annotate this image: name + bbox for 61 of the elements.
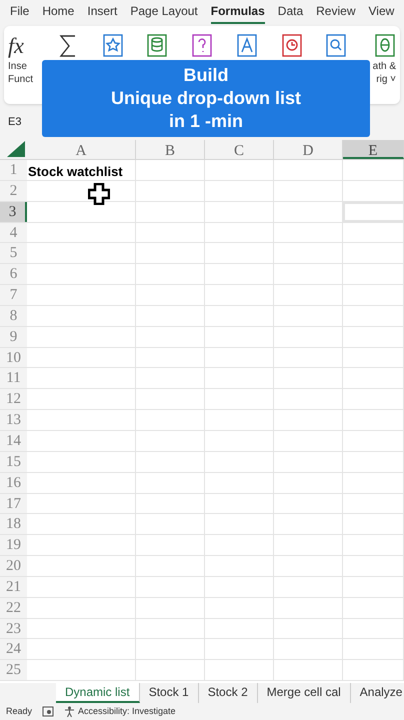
- row-header[interactable]: 19: [0, 535, 27, 556]
- function-icon: fx: [8, 35, 24, 57]
- banner-text: Build: [184, 64, 228, 87]
- sheet-tab[interactable]: Dynamic list: [56, 683, 140, 703]
- row-header[interactable]: 18: [0, 514, 27, 534]
- row-header[interactable]: 10: [0, 348, 27, 368]
- clock-book-icon: [280, 33, 302, 59]
- question-book-icon: [191, 33, 213, 59]
- select-all-icon[interactable]: [7, 141, 25, 157]
- theta-book-icon: [374, 33, 396, 59]
- magnifier-book-icon: [325, 33, 348, 59]
- row-header[interactable]: 1: [0, 160, 27, 180]
- row-header[interactable]: 8: [0, 306, 27, 326]
- row-header[interactable]: 5: [0, 243, 27, 264]
- row-header[interactable]: 7: [0, 285, 27, 305]
- menu-tab[interactable]: View: [368, 2, 394, 24]
- letter-book-icon: [236, 33, 258, 59]
- row-header[interactable]: 17: [0, 494, 27, 514]
- star-book-icon: [102, 33, 124, 59]
- row-header[interactable]: 20: [0, 556, 27, 576]
- menu-tab[interactable]: Home: [42, 2, 74, 24]
- menu-tab[interactable]: Review: [316, 2, 356, 24]
- status-text: Ready: [6, 704, 32, 718]
- ribbon-label: Funct: [8, 73, 34, 86]
- row-header[interactable]: 22: [0, 598, 27, 618]
- row-header[interactable]: 16: [0, 472, 27, 492]
- accessibility-icon[interactable]: [64, 706, 76, 717]
- ribbon-label: Inse: [8, 60, 27, 73]
- menu-tab[interactable]: Page Layout: [130, 2, 198, 24]
- menu-tab[interactable]: Formulas: [210, 2, 265, 24]
- row-header[interactable]: 24: [0, 639, 27, 660]
- column-header[interactable]: B: [136, 140, 205, 159]
- banner-text: in 1 -min: [168, 110, 243, 133]
- column-header[interactable]: C: [205, 140, 274, 159]
- cross-cursor-icon: [88, 183, 110, 205]
- row-header[interactable]: 13: [0, 410, 27, 430]
- row-header[interactable]: 6: [0, 264, 27, 284]
- ribbon-label: rig ˅: [376, 73, 396, 86]
- database-book-icon: [146, 33, 168, 59]
- row-header[interactable]: 23: [0, 618, 27, 638]
- row-header[interactable]: 25: [0, 660, 27, 680]
- row-header[interactable]: 4: [0, 222, 27, 242]
- menu-tab[interactable]: File: [10, 2, 30, 24]
- accessibility-status[interactable]: Accessibility: Investigate: [78, 704, 176, 718]
- row-header[interactable]: 2: [0, 180, 27, 201]
- row-header[interactable]: 15: [0, 452, 27, 472]
- menu-tab[interactable]: Data: [278, 2, 304, 24]
- ribbon-label: ath &: [372, 60, 396, 73]
- row-header[interactable]: 21: [0, 576, 27, 597]
- selected-cell[interactable]: [343, 202, 404, 222]
- row-header[interactable]: 9: [0, 326, 27, 347]
- row-header[interactable]: 12: [0, 389, 27, 410]
- menu-tab[interactable]: Insert: [87, 2, 118, 24]
- row-header[interactable]: 11: [0, 368, 27, 388]
- column-header[interactable]: A: [27, 140, 136, 159]
- row-header[interactable]: 14: [0, 430, 27, 451]
- name-box[interactable]: E3: [8, 114, 22, 130]
- banner-text: Unique drop-down list: [111, 87, 301, 110]
- row-header[interactable]: 3: [0, 202, 27, 222]
- cell-text: Stock watchlist: [27, 164, 123, 179]
- column-header[interactable]: E: [343, 140, 404, 159]
